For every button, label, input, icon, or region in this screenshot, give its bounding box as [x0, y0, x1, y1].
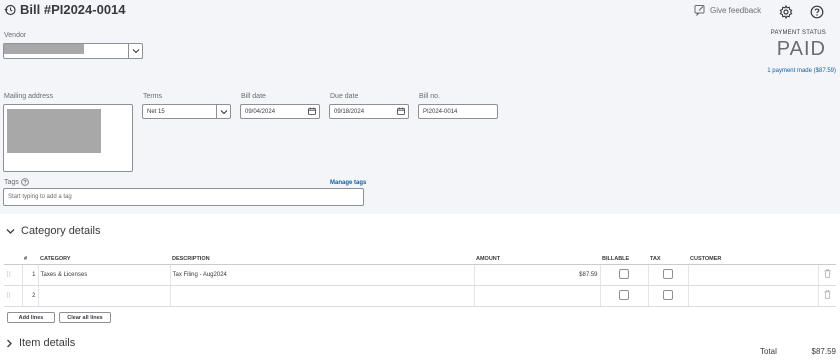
title-row: Bill #PI2024-0014: [4, 2, 126, 17]
calendar-icon[interactable]: [308, 107, 316, 115]
tax-checkbox[interactable]: [663, 289, 673, 300]
billable-checkbox[interactable]: [619, 268, 629, 279]
vendor-redacted: [4, 44, 84, 54]
billable-checkbox[interactable]: [619, 289, 629, 300]
tags-placeholder: Start typing to add a tag: [8, 194, 72, 200]
description-cell[interactable]: [169, 285, 474, 307]
manage-tags-link[interactable]: Manage tags: [330, 180, 366, 186]
customer-cell[interactable]: [687, 285, 818, 307]
row-number: 2: [21, 285, 38, 307]
tax-cell: [647, 264, 688, 286]
row-number: 1: [21, 264, 38, 286]
tags-input[interactable]: Start typing to add a tag: [3, 188, 364, 206]
clear-all-lines-button[interactable]: Clear all lines: [59, 312, 111, 323]
payment-made-link[interactable]: 1 payment made ($87.59): [767, 68, 836, 74]
vendor-label: Vendor: [4, 32, 27, 39]
tax-cell: [647, 285, 688, 307]
tags-label-row: Tags: [4, 178, 29, 186]
tax-checkbox[interactable]: [663, 268, 673, 279]
help-icon: [810, 5, 824, 19]
vendor-dropdown-toggle[interactable]: [128, 43, 142, 59]
terms-select[interactable]: Net 15: [142, 104, 231, 119]
drag-handle-icon[interactable]: ⠿: [4, 264, 22, 286]
chevron-down-icon: [6, 228, 15, 234]
mailing-address-field[interactable]: [3, 104, 133, 172]
item-details-heading: Item details: [19, 337, 76, 349]
bill-date-label: Bill date: [241, 93, 266, 100]
payment-status-label: PAYMENT STATUS: [770, 30, 826, 36]
category-table: # CATEGORY DESCRIPTION AMOUNT BILLABLE T…: [4, 254, 836, 307]
bill-no-input[interactable]: PI2024-0014: [418, 104, 498, 119]
total-value: $87.59: [811, 347, 836, 356]
total-label: Total: [760, 347, 777, 356]
billable-column-header: BILLABLE: [600, 254, 648, 265]
mailing-address-redacted: [7, 109, 101, 153]
drag-column-header: [4, 254, 22, 265]
due-date-value: 09/18/2024: [334, 108, 365, 115]
item-details-toggle[interactable]: Item details: [6, 337, 75, 349]
bill-date-input[interactable]: 09/04/2024: [240, 104, 320, 119]
category-cell[interactable]: Taxes & Licenses: [37, 264, 170, 286]
trash-icon[interactable]: [824, 290, 831, 299]
amount-column-header: AMOUNT: [474, 254, 600, 265]
amount-cell[interactable]: $87.59: [473, 264, 600, 286]
description-column-header: DESCRIPTION: [170, 254, 474, 265]
category-cell[interactable]: [37, 285, 170, 307]
customer-column-header: CUSTOMER: [688, 254, 818, 265]
chevron-down-icon: [220, 109, 227, 114]
payment-status-value: PAID: [776, 38, 826, 60]
drag-handle-icon[interactable]: ⠿: [4, 285, 22, 307]
chevron-right-icon: [7, 339, 12, 347]
tags-label: Tags: [4, 178, 19, 186]
terms-dropdown-toggle[interactable]: [216, 104, 230, 119]
terms-value: Net 15: [147, 108, 165, 115]
page-title: Bill #PI2024-0014: [20, 2, 126, 17]
info-icon[interactable]: [20, 178, 29, 186]
add-lines-button[interactable]: Add lines: [7, 312, 55, 323]
feedback-label: Give feedback: [710, 5, 762, 15]
category-details-heading: Category details: [21, 225, 101, 237]
delete-cell: [817, 285, 836, 307]
billable-cell: [599, 264, 648, 286]
num-column-header: #: [22, 254, 38, 265]
category-column-header: CATEGORY: [38, 254, 170, 265]
history-icon[interactable]: [4, 4, 16, 16]
mailing-address-label: Mailing address: [4, 93, 54, 100]
due-date-label: Due date: [330, 93, 359, 100]
delete-column-header: [818, 254, 836, 265]
tax-column-header: TAX: [648, 254, 688, 265]
trash-icon[interactable]: [824, 269, 831, 278]
gear-icon: [779, 5, 793, 19]
description-cell[interactable]: Tax Filing - Aug2024: [169, 264, 474, 286]
chevron-down-icon: [132, 49, 139, 54]
bill-date-value: 09/04/2024: [245, 108, 276, 115]
bill-no-label: Bill no.: [419, 93, 441, 100]
calendar-icon[interactable]: [397, 107, 405, 115]
category-table-header: # CATEGORY DESCRIPTION AMOUNT BILLABLE T…: [4, 254, 836, 265]
terms-label: Terms: [143, 93, 163, 100]
settings-button[interactable]: [778, 4, 794, 20]
bill-no-value: PI2024-0014: [423, 108, 458, 115]
billable-cell: [599, 285, 648, 307]
give-feedback-button[interactable]: Give feedback: [694, 4, 761, 16]
help-button[interactable]: [809, 4, 825, 20]
table-row[interactable]: ⠿ 1 Taxes & Licenses Tax Filing - Aug202…: [4, 264, 836, 286]
amount-cell[interactable]: [473, 285, 600, 307]
delete-cell: [817, 264, 836, 286]
category-details-toggle[interactable]: Category details: [6, 225, 101, 237]
feedback-icon: [694, 5, 705, 16]
table-row[interactable]: ⠿ 2: [4, 285, 836, 307]
due-date-input[interactable]: 09/18/2024: [329, 104, 409, 119]
customer-cell[interactable]: [687, 264, 818, 286]
